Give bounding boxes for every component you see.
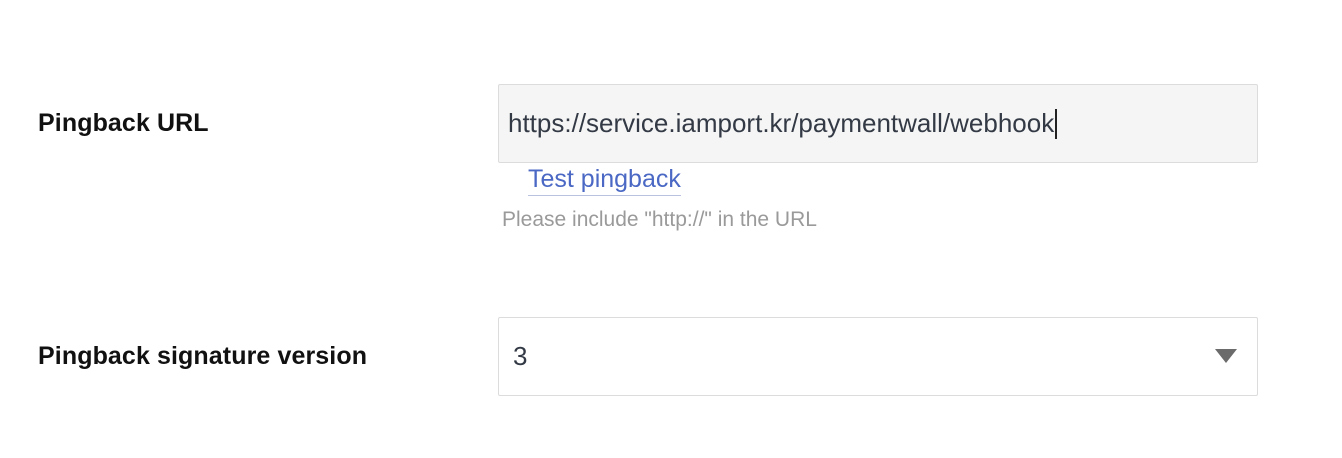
- chevron-down-icon: [1215, 349, 1237, 363]
- signature-version-label: Pingback signature version: [38, 342, 368, 370]
- pingback-settings-form: Pingback URL https://service.iamport.kr/…: [0, 0, 1342, 458]
- test-pingback-link[interactable]: Test pingback: [528, 165, 681, 196]
- pingback-url-value: https://service.iamport.kr/paymentwall/w…: [508, 108, 1055, 138]
- pingback-url-input[interactable]: https://service.iamport.kr/paymentwall/w…: [498, 84, 1258, 163]
- text-caret: [1055, 108, 1058, 139]
- pingback-url-label: Pingback URL: [38, 109, 209, 137]
- pingback-url-hint: Please include "http://" in the URL: [502, 208, 817, 231]
- signature-version-selected-value: 3: [513, 341, 528, 371]
- signature-version-select[interactable]: 3: [498, 317, 1258, 396]
